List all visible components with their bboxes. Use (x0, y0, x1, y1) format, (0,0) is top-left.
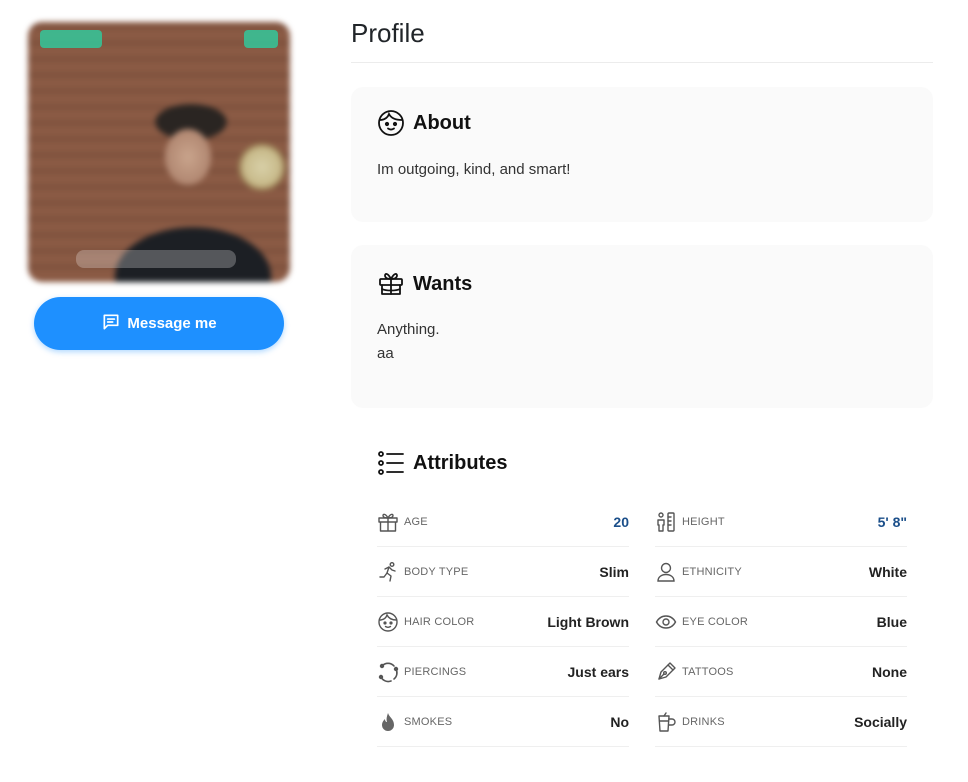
about-card: About Im outgoing, kind, and smart! (351, 87, 933, 222)
attribute-value: Socially (854, 713, 907, 730)
about-text: Im outgoing, kind, and smart! (377, 161, 571, 178)
wants-line-2: aa (377, 345, 394, 362)
attribute-label: TATTOOS (682, 665, 734, 678)
photo-count-badge (244, 30, 278, 48)
list-icon (377, 449, 405, 477)
attribute-label: AGE (404, 515, 428, 528)
tattoo-pen-icon (655, 661, 677, 683)
attribute-label: DRINKS (682, 715, 725, 728)
attribute-label: ETHNICITY (682, 565, 742, 578)
wants-card: Wants Anything. aa (351, 245, 933, 408)
title-divider (351, 62, 933, 63)
attribute-value: Just ears (567, 663, 629, 680)
wants-text: Anything. aa (377, 318, 440, 366)
message-me-button[interactable]: Message me (34, 297, 284, 350)
attribute-label: SMOKES (404, 715, 453, 728)
piercing-ring-icon (377, 661, 399, 683)
wants-line-1: Anything. (377, 321, 440, 338)
attribute-value: Light Brown (547, 613, 629, 630)
profile-page: Message me Profile About Im outgoing, ki… (0, 0, 968, 782)
person-icon (655, 561, 677, 583)
attribute-hair-color: HAIR COLOR Light Brown (377, 597, 629, 647)
wants-header: Wants (377, 270, 472, 298)
gift-icon (377, 511, 399, 533)
face-icon (377, 109, 405, 137)
message-me-label: Message me (127, 315, 217, 332)
about-heading: About (413, 111, 471, 134)
ruler-person-icon (655, 511, 677, 533)
attributes-heading: Attributes (413, 451, 508, 474)
attribute-piercings: PIERCINGS Just ears (377, 647, 629, 697)
attribute-label: HAIR COLOR (404, 615, 475, 628)
profile-photo[interactable] (28, 22, 290, 282)
drink-glass-icon (655, 711, 677, 733)
attribute-body-type: BODY TYPE Slim (377, 547, 629, 597)
wants-heading: Wants (413, 272, 473, 295)
attribute-label: HEIGHT (682, 515, 725, 528)
attributes-grid: AGE 20 HEIGHT 5' 8" BODY TYPE Slim ETHNI… (377, 497, 909, 747)
attribute-tattoos: TATTOOS None (655, 647, 907, 697)
photo-badge (40, 30, 102, 48)
profile-photo-image (28, 22, 290, 282)
attribute-smokes: SMOKES No (377, 697, 629, 747)
attribute-value: 5' 8" (877, 513, 907, 530)
attribute-label: EYE COLOR (682, 615, 748, 628)
running-figure-icon (377, 561, 399, 583)
attribute-height: HEIGHT 5' 8" (655, 497, 907, 547)
attribute-drinks: DRINKS Socially (655, 697, 907, 747)
about-header: About (377, 109, 471, 137)
attribute-age: AGE 20 (377, 497, 629, 547)
face-icon (377, 611, 399, 633)
attribute-ethnicity: ETHNICITY White (655, 547, 907, 597)
attribute-eye-color: EYE COLOR Blue (655, 597, 907, 647)
attribute-value: Blue (876, 613, 907, 630)
eye-icon (655, 611, 677, 633)
photo-caption (76, 250, 236, 268)
gift-box-icon (377, 270, 405, 298)
flame-icon (377, 711, 399, 733)
attribute-value: White (868, 563, 907, 580)
attribute-label: BODY TYPE (404, 565, 469, 578)
page-title: Profile (351, 18, 425, 48)
attribute-value: 20 (613, 513, 629, 530)
attributes-header: Attributes (377, 449, 507, 477)
attribute-value: None (872, 663, 907, 680)
attribute-value: Slim (599, 563, 629, 580)
attribute-label: PIERCINGS (404, 665, 467, 678)
chat-bubble-icon (101, 312, 121, 336)
attribute-value: No (610, 713, 629, 730)
